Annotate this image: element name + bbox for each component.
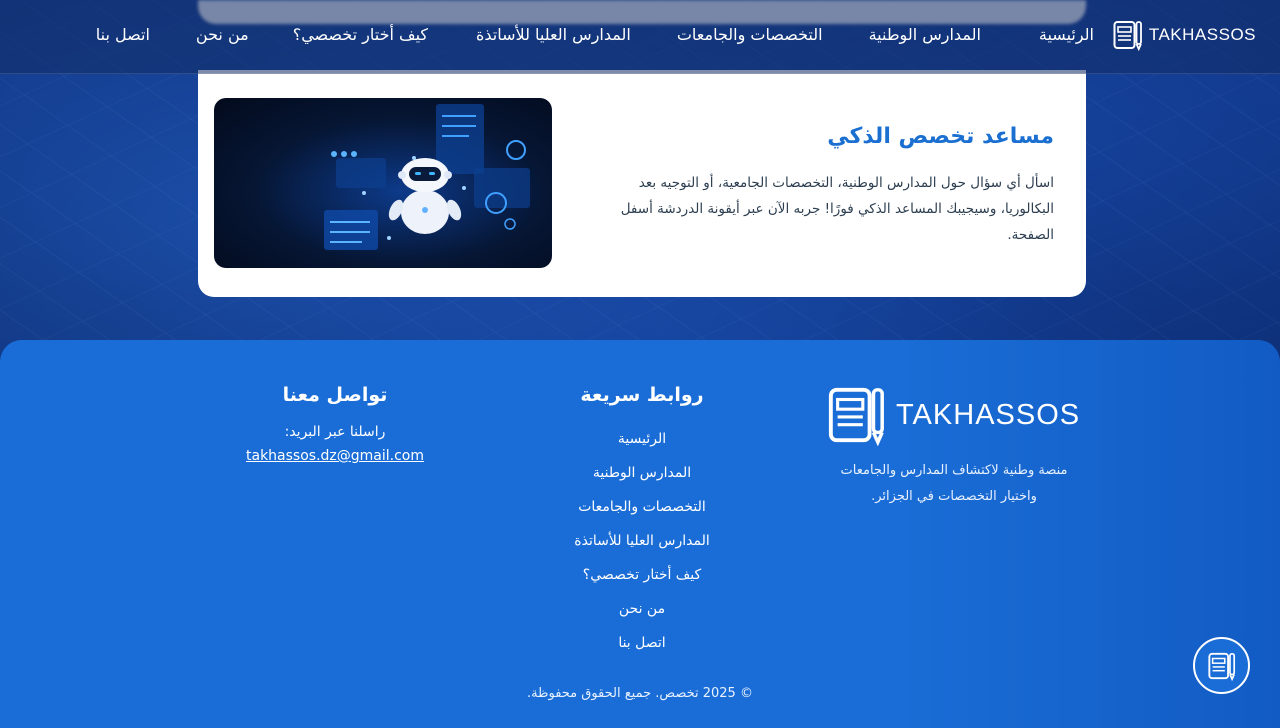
contact-email-link[interactable]: takhassos.dz@gmail.com — [245, 448, 425, 464]
chat-book-icon — [1207, 652, 1235, 681]
nav-item-home[interactable]: الرئيسية — [1039, 25, 1094, 44]
quick-links: روابط سريعة الرئيسية المدارس الوطنية الت… — [550, 384, 734, 660]
footer-link-specialties[interactable]: التخصصات والجامعات — [550, 490, 734, 524]
nav-item-about[interactable]: من نحن — [196, 25, 249, 44]
footer-description-line2: واختيار التخصصات في الجزائر. — [871, 489, 1037, 504]
nav-item-contact[interactable]: اتصل بنا — [96, 25, 150, 44]
site-footer: TAKHASSOS منصة وطنية لاكتشاف المدارس وال… — [0, 340, 1280, 728]
footer-link-home[interactable]: الرئيسية — [550, 422, 734, 456]
site-logo[interactable]: TAKHASSOS — [1113, 19, 1256, 51]
robot-illustration — [214, 98, 552, 268]
card-title: مساعد تخصص الذكي — [827, 124, 1054, 149]
book-logo-icon — [1113, 21, 1142, 51]
main-nav: الرئيسية المدارس الوطنية التخصصات والجام… — [96, 25, 1094, 44]
nav-item-higher-schools[interactable]: المدارس العليا للأساتذة — [476, 25, 631, 44]
footer-book-logo-icon — [828, 387, 884, 446]
nav-item-national-schools[interactable]: المدارس الوطنية — [869, 25, 981, 44]
footer-link-national-schools[interactable]: المدارس الوطنية — [550, 456, 734, 490]
footer-brand: TAKHASSOS منصة وطنية لاكتشاف المدارس وال… — [826, 384, 1082, 510]
contact-section: تواصل معنا راسلنا عبر البريد: takhassos.… — [245, 384, 425, 464]
ai-assistant-card: مساعد تخصص الذكي اسأل أي سؤال حول المدار… — [198, 70, 1086, 297]
logo-text: TAKHASSOS — [1148, 25, 1256, 44]
footer-description: منصة وطنية لاكتشاف المدارس والجامعات واخ… — [826, 458, 1082, 510]
footer-link-contact[interactable]: اتصل بنا — [550, 626, 734, 660]
footer-description-line1: منصة وطنية لاكتشاف المدارس والجامعات — [840, 463, 1068, 478]
footer-link-higher-schools[interactable]: المدارس العليا للأساتذة — [550, 524, 734, 558]
top-navbar: TAKHASSOS الرئيسية المدارس الوطنية التخص… — [0, 0, 1280, 74]
card-description: اسأل أي سؤال حول المدارس الوطنية، التخصص… — [620, 175, 1054, 243]
footer-link-about[interactable]: من نحن — [550, 592, 734, 626]
quick-links-list: الرئيسية المدارس الوطنية التخصصات والجام… — [550, 422, 734, 660]
robot-icon — [324, 104, 530, 250]
nav-item-how-to-choose[interactable]: كيف أختار تخصصي؟ — [293, 25, 428, 44]
footer-brand-name: TAKHASSOS — [896, 398, 1081, 431]
quick-links-title: روابط سريعة — [580, 384, 704, 406]
contact-title: تواصل معنا — [282, 384, 388, 406]
nav-item-specialties[interactable]: التخصصات والجامعات — [677, 25, 823, 44]
copyright: © 2025 تخصص. جميع الحقوق محفوظة. — [527, 686, 753, 701]
contact-label: راسلنا عبر البريد: — [284, 424, 386, 440]
chat-button[interactable] — [1193, 637, 1250, 694]
footer-link-how-to-choose[interactable]: كيف أختار تخصصي؟ — [550, 558, 734, 592]
